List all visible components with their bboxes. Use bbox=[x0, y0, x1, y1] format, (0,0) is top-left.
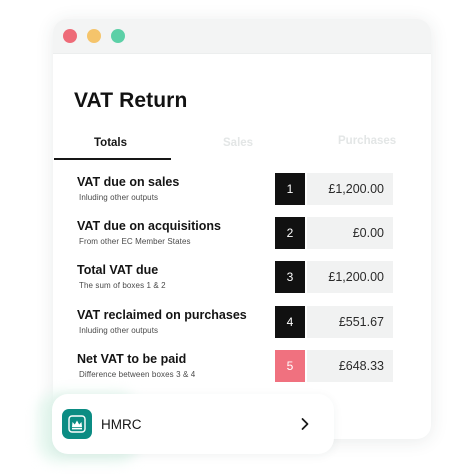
box-number: 5 bbox=[275, 350, 305, 382]
box-value: £551.67 bbox=[307, 306, 393, 338]
tab-bar: Totals Sales Purchases bbox=[53, 131, 431, 161]
tab-totals[interactable]: Totals bbox=[94, 137, 127, 149]
minimize-window-button[interactable] bbox=[87, 29, 101, 43]
row-subtitle: From other EC Member States bbox=[79, 237, 191, 246]
box-value: £0.00 bbox=[307, 217, 393, 249]
crown-icon bbox=[62, 409, 92, 439]
maximize-window-button[interactable] bbox=[111, 29, 125, 43]
row-subtitle: Inluding other outputs bbox=[79, 326, 159, 335]
row-title: VAT due on acquisitions bbox=[77, 219, 221, 233]
close-window-button[interactable] bbox=[63, 29, 77, 43]
vat-row-box-1: VAT due on sales Inluding other outputs … bbox=[53, 173, 431, 209]
page-title: VAT Return bbox=[74, 89, 188, 112]
row-title: VAT reclaimed on purchases bbox=[77, 308, 247, 322]
vat-return-window: VAT Return Totals Sales Purchases VAT du… bbox=[53, 19, 431, 439]
row-title: VAT due on sales bbox=[77, 175, 180, 189]
active-tab-indicator bbox=[54, 158, 171, 160]
vat-row-box-4: VAT reclaimed on purchases Inluding othe… bbox=[53, 306, 431, 342]
tab-purchases[interactable]: Purchases bbox=[338, 135, 396, 147]
hmrc-label: HMRC bbox=[101, 417, 142, 432]
box-number: 3 bbox=[275, 261, 305, 293]
vat-row-box-2: VAT due on acquisitions From other EC Me… bbox=[53, 217, 431, 253]
box-number: 2 bbox=[275, 217, 305, 249]
vat-row-box-5: Net VAT to be paid Difference between bo… bbox=[53, 350, 431, 386]
box-value: £1,200.00 bbox=[307, 261, 393, 293]
hmrc-link-button[interactable] bbox=[52, 394, 334, 454]
row-subtitle: The sum of boxes 1 & 2 bbox=[79, 281, 166, 290]
window-titlebar bbox=[53, 19, 431, 54]
row-subtitle: Difference between boxes 3 & 4 bbox=[79, 370, 196, 379]
box-number: 1 bbox=[275, 173, 305, 205]
row-title: Total VAT due bbox=[77, 263, 159, 277]
box-number: 4 bbox=[275, 306, 305, 338]
box-value: £1,200.00 bbox=[307, 173, 393, 205]
box-value: £648.33 bbox=[307, 350, 393, 382]
row-title: Net VAT to be paid bbox=[77, 352, 187, 366]
stage: VAT Return Totals Sales Purchases VAT du… bbox=[0, 0, 474, 474]
chevron-right-icon[interactable] bbox=[300, 417, 310, 431]
tab-sales[interactable]: Sales bbox=[223, 137, 253, 149]
vat-row-box-3: Total VAT due The sum of boxes 1 & 2 3 £… bbox=[53, 261, 431, 297]
row-subtitle: Inluding other outputs bbox=[79, 193, 159, 202]
